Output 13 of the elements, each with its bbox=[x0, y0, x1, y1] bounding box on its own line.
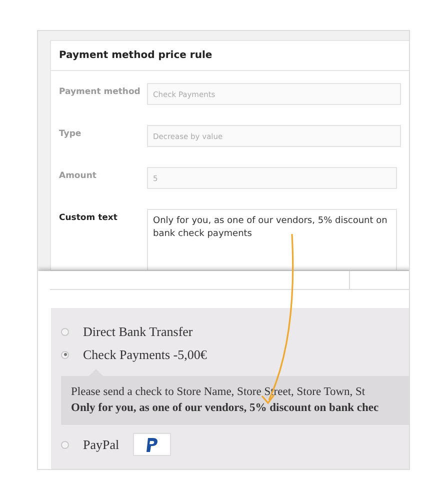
field-label: Custom text bbox=[59, 212, 118, 225]
text-area[interactable]: Only for you, as one of our vendors, 5% discount on bank check payments bbox=[147, 209, 397, 270]
radio-button[interactable] bbox=[61, 350, 69, 358]
method-label[interactable]: Check Payments -5,00€ bbox=[83, 344, 207, 364]
method-label[interactable]: PayPal bbox=[83, 434, 120, 454]
field-label: Type bbox=[59, 128, 82, 141]
radio-button[interactable] bbox=[61, 328, 69, 336]
radio-button[interactable] bbox=[61, 440, 69, 449]
field-label: Payment method bbox=[59, 86, 142, 99]
description-note: Only for you, as one of our vendors, 5% discount on bank chec bbox=[71, 400, 380, 416]
method-label[interactable]: Direct Bank Transfer bbox=[83, 322, 193, 342]
panel-title: Payment method price rule bbox=[51, 41, 409, 71]
field-label: Amount bbox=[59, 170, 98, 183]
